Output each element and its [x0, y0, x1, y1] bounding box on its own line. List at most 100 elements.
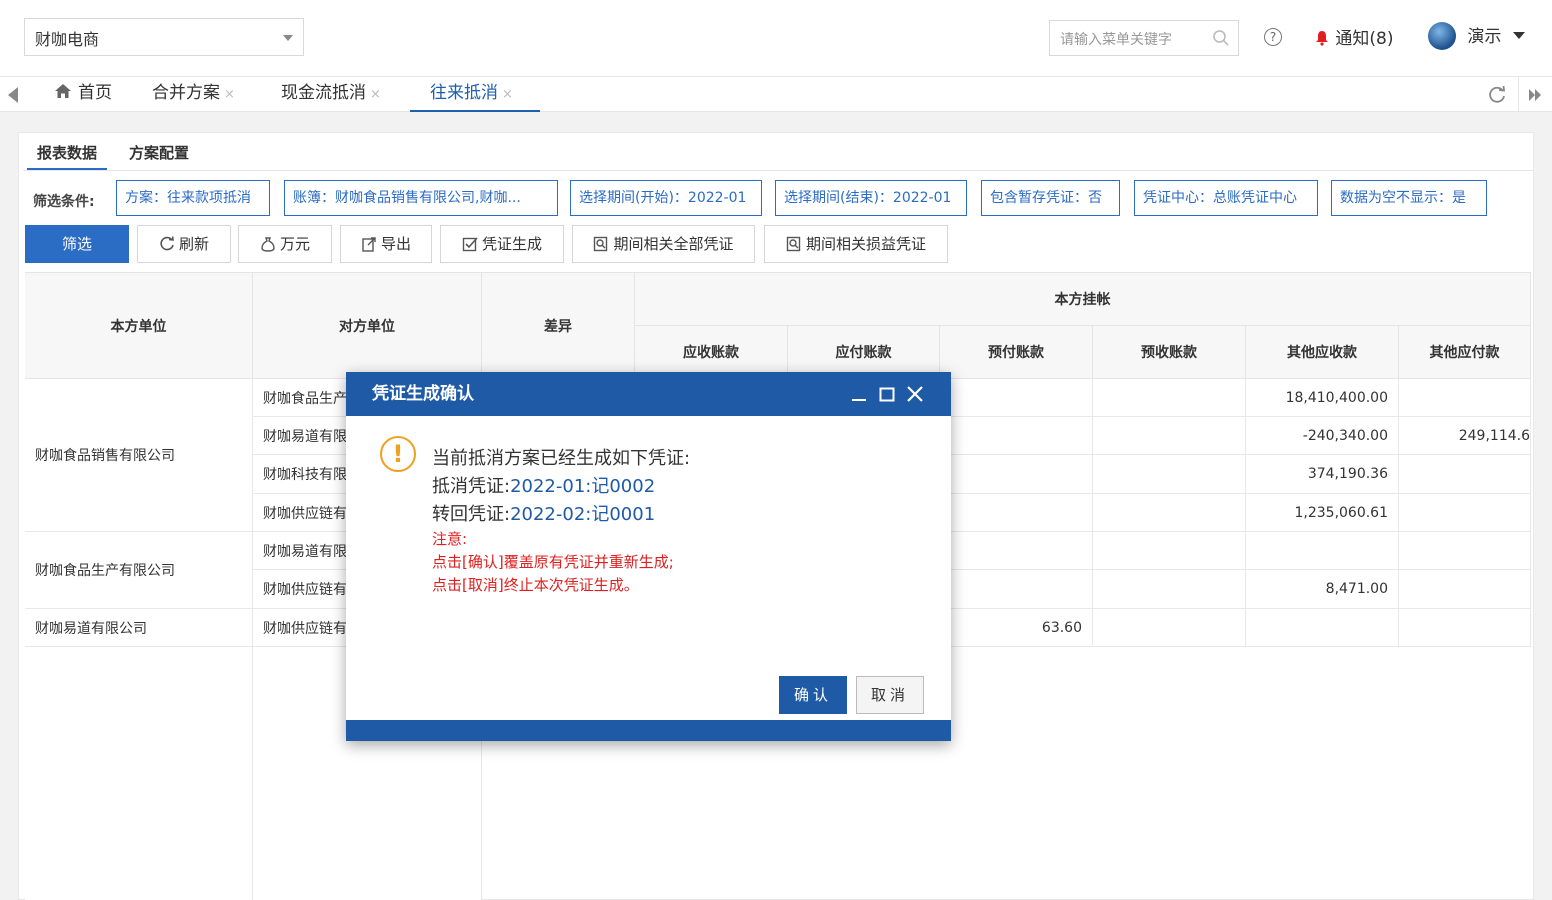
- tab-home[interactable]: 首页: [54, 77, 112, 112]
- voucher-confirm-dialog: 凭证生成确认 ! 当前抵消方案已经生成如下凭证: 抵消凭证:2022-01:记0…: [346, 372, 951, 741]
- check-square-icon: [462, 237, 478, 252]
- prepaid-cell: 63.60: [940, 609, 1093, 647]
- other-pay-cell: [1399, 570, 1531, 609]
- cancel-button[interactable]: 取消: [856, 676, 924, 714]
- dialog-message: 当前抵消方案已经生成如下凭证:: [432, 448, 691, 469]
- prepaid-cell: [940, 379, 1093, 417]
- filter-button[interactable]: 筛选: [25, 225, 129, 263]
- prepaid-cell: [940, 455, 1093, 494]
- column-header-other-recv[interactable]: 其他应收款: [1246, 326, 1399, 379]
- close-icon[interactable]: [906, 385, 924, 403]
- advance-recv-cell: [1093, 417, 1246, 455]
- company-select[interactable]: 财咖电商: [24, 18, 304, 56]
- advance-recv-cell: [1093, 494, 1246, 532]
- prepaid-cell: [940, 494, 1093, 532]
- other-pay-cell: [1399, 379, 1531, 417]
- prepaid-cell: [940, 417, 1093, 455]
- export-label: 导出: [380, 235, 411, 253]
- tab-label: 首页: [78, 83, 112, 103]
- reverse-voucher-link[interactable]: 2022-02:记0001: [510, 504, 655, 525]
- home-icon: [55, 84, 71, 98]
- filter-chip-ledger[interactable]: 账簿：财咖食品销售有限公司,财咖...: [284, 180, 558, 216]
- close-icon[interactable]: ×: [370, 87, 381, 102]
- other-recv-cell: -240,340.00: [1246, 417, 1399, 455]
- own-unit-cell: 财咖食品销售有限公司: [25, 379, 253, 532]
- tab-scroll-right[interactable]: [1518, 77, 1552, 112]
- own-unit-cell: 财咖食品生产有限公司: [25, 532, 253, 609]
- search-doc-icon: [786, 236, 801, 252]
- other-pay-cell: [1399, 532, 1531, 570]
- advance-recv-cell: [1093, 609, 1246, 647]
- filter-label: 筛选条件:: [33, 194, 95, 210]
- column-header-prepaid[interactable]: 预付账款: [940, 326, 1093, 379]
- notification-label: 通知(8): [1335, 29, 1394, 49]
- advance-recv-cell: [1093, 379, 1246, 417]
- menu-search-input[interactable]: 请输入菜单关键字: [1049, 20, 1239, 56]
- refresh-icon: [160, 236, 174, 251]
- other-recv-cell: 8,471.00: [1246, 570, 1399, 609]
- close-icon[interactable]: ×: [502, 87, 513, 102]
- notification-button[interactable]: 通知(8): [1314, 24, 1394, 49]
- column-header-own-unit[interactable]: 本方单位: [25, 273, 253, 379]
- search-icon[interactable]: [1212, 29, 1230, 47]
- bell-icon: [1316, 31, 1328, 46]
- period-all-vouchers-label: 期间相关全部凭证: [613, 235, 734, 253]
- menu-search-placeholder: 请输入菜单关键字: [1060, 32, 1172, 48]
- filter-chip-plan[interactable]: 方案：往来款项抵消: [116, 180, 270, 216]
- period-all-vouchers-button[interactable]: 期间相关全部凭证: [572, 225, 755, 263]
- wan-yuan-button[interactable]: 万元: [238, 225, 332, 263]
- export-button[interactable]: 导出: [340, 225, 432, 263]
- confirm-button[interactable]: 确认: [779, 676, 847, 714]
- company-select-value: 财咖电商: [35, 30, 100, 49]
- note-confirm: 点击[确认]覆盖原有凭证并重新生成;: [432, 553, 674, 571]
- subtab-report-data[interactable]: 报表数据: [27, 139, 108, 170]
- tab-cashflow-offset[interactable]: 现金流抵消 ×: [281, 77, 381, 112]
- money-bag-icon: [261, 237, 275, 252]
- user-menu[interactable]: 演示: [1428, 22, 1525, 50]
- period-pl-vouchers-label: 期间相关损益凭证: [805, 235, 926, 253]
- generate-voucher-button[interactable]: 凭证生成: [440, 225, 564, 263]
- column-group-header-own-account: 本方挂帐: [635, 273, 1531, 326]
- dialog-footer: [346, 720, 951, 741]
- other-recv-cell: 18,410,400.00: [1246, 379, 1399, 417]
- offset-voucher-link[interactable]: 2022-01:记0002: [510, 476, 655, 497]
- own-unit-cell: 财咖易道有限公司: [25, 609, 253, 647]
- reverse-voucher-line: 转回凭证:2022-02:记0001: [432, 500, 655, 526]
- period-pl-vouchers-button[interactable]: 期间相关损益凭证: [764, 225, 948, 263]
- minimize-icon[interactable]: [850, 385, 868, 403]
- column-header-advance-recv[interactable]: 预收账款: [1093, 326, 1246, 379]
- column-header-other-pay[interactable]: 其他应付款: [1399, 326, 1531, 379]
- refresh-icon[interactable]: [1487, 85, 1507, 105]
- other-pay-cell: [1399, 455, 1531, 494]
- other-recv-cell: 1,235,060.61: [1246, 494, 1399, 532]
- tab-merge-plan[interactable]: 合并方案 ×: [152, 77, 235, 112]
- advance-recv-cell: [1093, 455, 1246, 494]
- offset-voucher-line: 抵消凭证:2022-01:记0002: [432, 472, 655, 498]
- other-pay-cell: [1399, 494, 1531, 532]
- filter-chip-hide-empty[interactable]: 数据为空不显示：是: [1331, 180, 1487, 216]
- tab-intercompany-offset[interactable]: 往来抵消 ×: [410, 77, 540, 112]
- tab-scroll-left-icon[interactable]: [8, 87, 18, 103]
- tab-label: 往来抵消: [430, 83, 498, 103]
- column-header-diff[interactable]: 差异: [482, 273, 635, 379]
- filter-chip-period-end[interactable]: 选择期间(结束)：2022-01: [775, 180, 967, 216]
- subtab-plan-config[interactable]: 方案配置: [119, 139, 199, 170]
- filter-chip-period-start[interactable]: 选择期间(开始)：2022-01: [570, 180, 762, 216]
- tab-label: 合并方案: [152, 83, 220, 103]
- chevron-down-icon: [1512, 32, 1525, 39]
- column-header-counter-unit[interactable]: 对方单位: [253, 273, 482, 379]
- help-icon[interactable]: ?: [1264, 28, 1282, 46]
- search-doc-icon: [594, 236, 608, 252]
- user-name: 演示: [1467, 27, 1502, 47]
- double-chevron-right-icon: [1529, 89, 1541, 101]
- close-icon[interactable]: ×: [224, 87, 235, 102]
- maximize-icon[interactable]: [878, 385, 896, 403]
- filter-chip-include-draft[interactable]: 包含暂存凭证：否: [981, 180, 1120, 216]
- warning-icon: !: [380, 436, 416, 472]
- filter-chip-voucher-center[interactable]: 凭证中心：总账凭证中心: [1134, 180, 1318, 216]
- wan-yuan-label: 万元: [279, 235, 310, 253]
- advance-recv-cell: [1093, 570, 1246, 609]
- advance-recv-cell: [1093, 532, 1246, 570]
- chevron-down-icon: [283, 35, 293, 41]
- refresh-button[interactable]: 刷新: [137, 225, 231, 263]
